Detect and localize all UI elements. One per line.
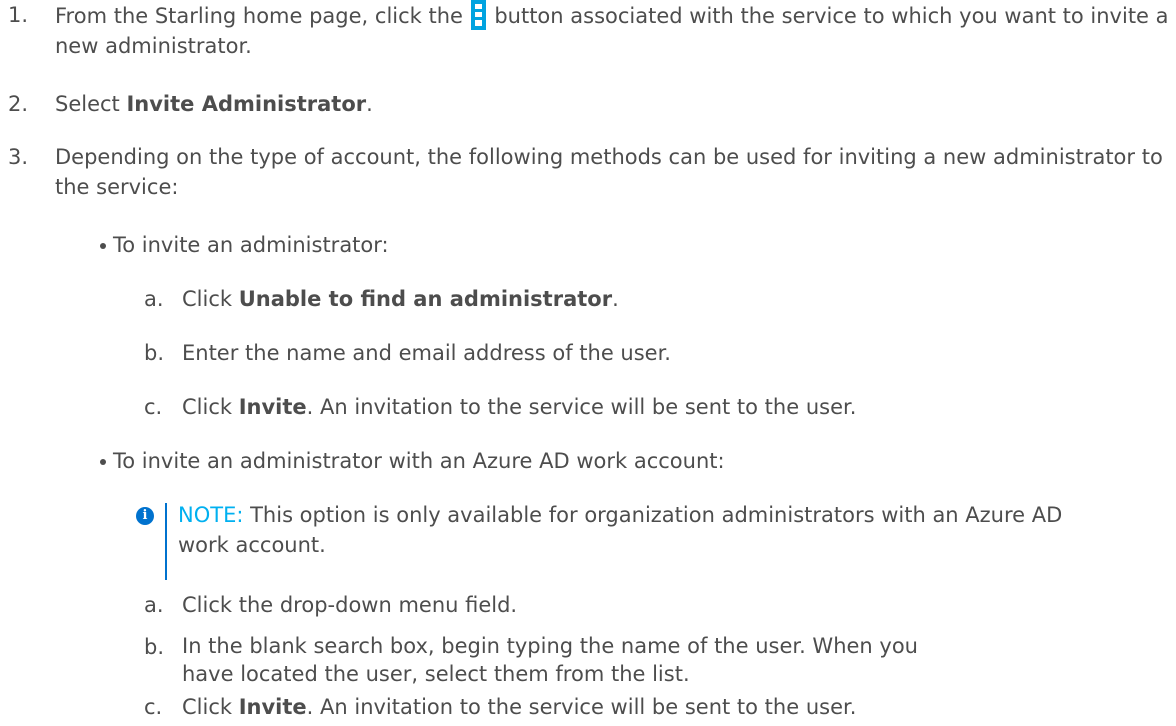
substep-letter: a. — [144, 287, 164, 311]
bullet-text: To invite an administrator: — [113, 233, 389, 257]
substep-text: Click Invite. An invitation to the servi… — [182, 395, 857, 419]
ui-label: Invite — [238, 695, 307, 719]
step-2: 2. Select Invite Administrator. — [0, 89, 1176, 119]
substep-letter: b. — [144, 635, 165, 659]
step-3: 3. Depending on the type of account, the… — [0, 142, 1176, 202]
ui-label: Invite — [238, 395, 307, 419]
step-number: 2. — [8, 92, 29, 116]
note-label: NOTE: — [178, 503, 244, 527]
step-text: Select Invite Administrator. — [55, 92, 373, 116]
info-icon: i — [136, 507, 154, 525]
step-text: Depending on the type of account, the fo… — [55, 145, 1163, 199]
substep-text: Click Unable to find an administrator. — [182, 287, 619, 311]
substep-text: In the blank search box, begin typing th… — [182, 634, 918, 686]
note-callout: i NOTE: This option is only available fo… — [136, 500, 1136, 582]
substep-letter: a. — [144, 593, 164, 617]
substep-text: Enter the name and email address of the … — [182, 341, 671, 365]
substep-letter: c. — [144, 695, 163, 719]
substep-text: Click the drop-down menu field. — [182, 593, 518, 617]
step-number: 1. — [8, 3, 29, 27]
ui-label: Unable to find an administrator — [238, 287, 613, 311]
step-text: From the Starling home page, click the b… — [55, 0, 1169, 58]
step-number: 3. — [8, 145, 29, 169]
bullet-item: To invite an administrator: — [100, 230, 389, 260]
substep-letter: b. — [144, 341, 165, 365]
ui-label: Invite Administrator — [126, 92, 367, 116]
bullet-text: To invite an administrator with an Azure… — [113, 449, 725, 473]
bullet-item: To invite an administrator with an Azure… — [100, 446, 725, 476]
note-text: NOTE: This option is only available for … — [178, 503, 1063, 557]
bullet-icon — [100, 243, 106, 249]
bullet-icon — [100, 459, 106, 465]
substep-text: Click Invite. An invitation to the servi… — [182, 695, 857, 719]
note-divider — [165, 503, 167, 580]
step-1: 1. From the Starling home page, click th… — [0, 0, 1176, 61]
substep-letter: c. — [144, 395, 163, 419]
vertical-ellipsis-menu-icon — [470, 0, 486, 30]
